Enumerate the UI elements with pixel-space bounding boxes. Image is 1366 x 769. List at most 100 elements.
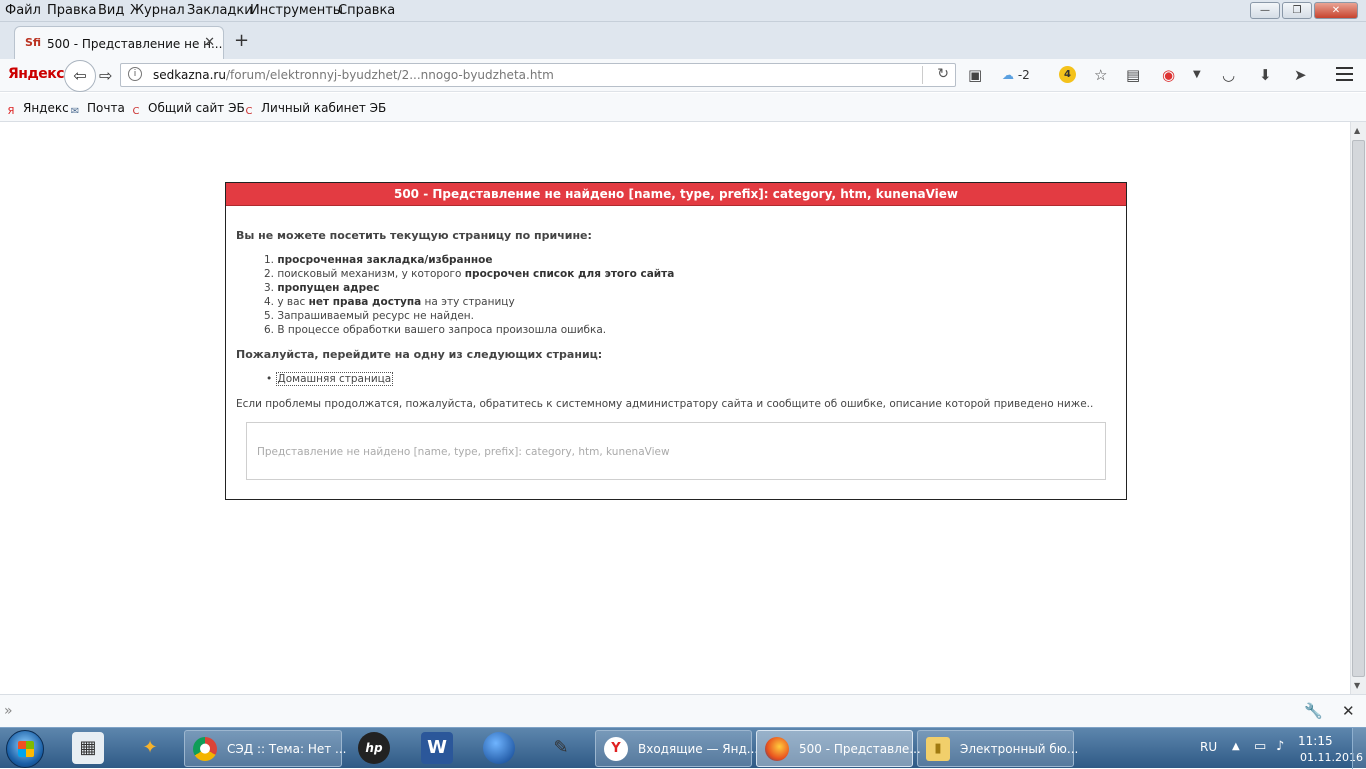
eb-icon: C [132, 106, 140, 117]
eb-icon: C [245, 106, 253, 117]
minimize-button[interactable]: — [1250, 2, 1280, 19]
list-bold: просрочен список для этого сайта [464, 268, 675, 280]
show-desktop-button[interactable] [1352, 728, 1366, 769]
bookmark-star-icon[interactable]: ☆ [1094, 66, 1107, 84]
list-bold: просроченная закладка/избранное [277, 254, 493, 266]
list-item: 1. просроченная закладка/избранное [264, 253, 674, 267]
taskbar-item-yandex[interactable]: Y Входящие — Янд... [595, 730, 758, 767]
tab-close-icon[interactable]: ✕ [204, 35, 215, 50]
bookmark-eb-site[interactable]: C Общий сайт ЭБ [129, 101, 245, 119]
menu-hamburger-icon[interactable] [1336, 67, 1353, 81]
taskbar: ▦ ✦ ● СЭД :: Тема: Нет ... hp W ✎ Y Вход… [0, 727, 1366, 769]
yandex-icon: Я [7, 106, 15, 117]
bookmark-label: Почта [87, 101, 125, 115]
hp-icon[interactable]: hp [358, 732, 390, 764]
list-bold: нет права доступа [308, 296, 422, 308]
word-icon[interactable]: W [421, 732, 453, 764]
list-number: 3. [264, 282, 275, 294]
menu-help[interactable]: Справка [338, 3, 395, 18]
vertical-scrollbar[interactable]: ▲ ▼ [1350, 122, 1366, 694]
taskbar-item-explorer[interactable]: ▮ Электронный бю... [917, 730, 1078, 767]
list-item: 2. поисковый механизм, у которого просро… [264, 267, 674, 281]
menu-tools[interactable]: Инструменты [250, 3, 343, 18]
bullet: • [266, 373, 273, 385]
network-icon[interactable]: ▭ [1254, 739, 1266, 754]
new-tab-button[interactable]: + [234, 30, 249, 51]
error-header: 500 - Представление не найдено [name, ty… [226, 183, 1126, 206]
list-number: 1. [264, 254, 275, 266]
home-link[interactable]: Домашняя страница [275, 372, 394, 386]
bookmark-label: Личный кабинет ЭБ [261, 101, 387, 115]
list-item: 3. пропущен адрес [264, 281, 674, 295]
clock-time[interactable]: 11:15 [1298, 734, 1333, 748]
close-window-button[interactable]: ✕ [1314, 2, 1358, 19]
taskbar-item-label: 500 - Представле... [799, 742, 921, 756]
weather-widget[interactable]: ☁ -2 [1002, 68, 1030, 82]
tab-active[interactable]: Sfi 500 - Представление не н... ✕ [14, 26, 224, 59]
chrome-icon: ● [193, 737, 217, 761]
paperclip-icon[interactable]: ✎ [545, 732, 577, 764]
goto-title: Пожалуйста, перейдите на одну из следующ… [236, 348, 603, 361]
globe-icon[interactable] [483, 732, 515, 764]
wrench-icon[interactable]: 🔧 [1304, 702, 1323, 720]
bookmark-yandex[interactable]: Я Яндекс [4, 101, 69, 119]
menu-file[interactable]: Файл [5, 3, 41, 18]
language-indicator[interactable]: RU [1200, 740, 1217, 754]
menu-edit[interactable]: Правка [47, 3, 96, 18]
taskbar-item-firefox[interactable]: 500 - Представле... [756, 730, 921, 767]
maximize-button[interactable]: ❐ [1282, 2, 1312, 19]
back-button[interactable]: ⇦ [64, 60, 96, 92]
url-host: sedkazna.ru [153, 68, 226, 82]
error-detail-box: Представление не найдено [name, type, pr… [246, 422, 1106, 480]
taskbar-item-chrome[interactable]: ● СЭД :: Тема: Нет ... [184, 730, 346, 767]
list-number: 6. [264, 324, 275, 336]
send-icon[interactable]: ➤ [1294, 66, 1307, 84]
scroll-up-icon[interactable]: ▲ [1354, 126, 1360, 135]
chevron-right-icon[interactable]: » [4, 703, 13, 719]
url-path: /forum/elektronnyj-byudzhet/2...nnogo-by… [225, 68, 554, 82]
chevron-down-icon[interactable]: ▼ [1193, 69, 1201, 80]
app-icon[interactable]: ✦ [134, 732, 166, 764]
bookmark-eb-cabinet[interactable]: C Личный кабинет ЭБ [242, 101, 387, 119]
windows-logo-icon [18, 741, 34, 757]
list-text: у вас [277, 296, 309, 308]
error-box: 500 - Представление не найдено [name, ty… [225, 182, 1127, 500]
menu-view[interactable]: Вид [98, 3, 124, 18]
forward-button[interactable]: ⇨ [99, 66, 112, 85]
menu-bar: Файл Правка Вид Журнал Закладки Инструме… [0, 0, 1366, 22]
menu-bookmarks[interactable]: Закладки [187, 3, 253, 18]
close-icon[interactable]: ✕ [1342, 702, 1355, 720]
sync-icon[interactable]: ◉ [1162, 66, 1175, 84]
cloud-icon: ☁ [1002, 68, 1014, 82]
speaker-icon[interactable]: ♪ [1276, 739, 1284, 754]
screenshot-icon[interactable]: ▣ [968, 66, 982, 84]
window-controls: — ❐ ✕ [1250, 2, 1358, 19]
reload-icon[interactable]: ↻ [937, 66, 949, 82]
error-detail-text: Представление не найдено [name, type, pr… [257, 446, 670, 458]
url-bar[interactable]: i sedkazna.ru/forum/elektronnyj-byudzhet… [120, 63, 956, 87]
nav-bar: Яндекс ⇦ ⇨ i sedkazna.ru/forum/elektronn… [0, 59, 1366, 92]
list-text: В процессе обработки вашего запроса прои… [277, 324, 607, 336]
calculator-icon[interactable]: ▦ [72, 732, 104, 764]
notification-badge[interactable]: 4 [1059, 66, 1076, 83]
list-bold: пропущен адрес [277, 282, 380, 294]
addon-bar: » 🔧 ✕ [0, 694, 1366, 727]
info-icon[interactable]: i [128, 67, 142, 81]
start-button[interactable] [6, 730, 44, 768]
scroll-down-icon[interactable]: ▼ [1354, 681, 1360, 690]
bookmark-label: Общий сайт ЭБ [148, 101, 245, 115]
firefox-icon [765, 737, 789, 761]
reading-list-icon[interactable]: ▤ [1126, 66, 1140, 84]
list-number: 2. [264, 268, 275, 280]
yandex-logo[interactable]: Яндекс [8, 66, 65, 82]
list-number: 5. [264, 310, 275, 322]
download-icon[interactable]: ⬇ [1259, 66, 1272, 84]
pocket-icon[interactable]: ◡ [1222, 66, 1235, 84]
bookmark-mail[interactable]: ✉ Почта [68, 101, 125, 119]
menu-history[interactable]: Журнал [130, 3, 185, 18]
site-favicon-icon: Sfi [25, 36, 42, 49]
tray-expand-icon[interactable]: ▲ [1232, 741, 1240, 752]
reason-title: Вы не можете посетить текущую страницу п… [236, 229, 592, 242]
scrollbar-thumb[interactable] [1352, 140, 1365, 677]
url-text[interactable]: sedkazna.ru/forum/elektronnyj-byudzhet/2… [153, 68, 554, 82]
